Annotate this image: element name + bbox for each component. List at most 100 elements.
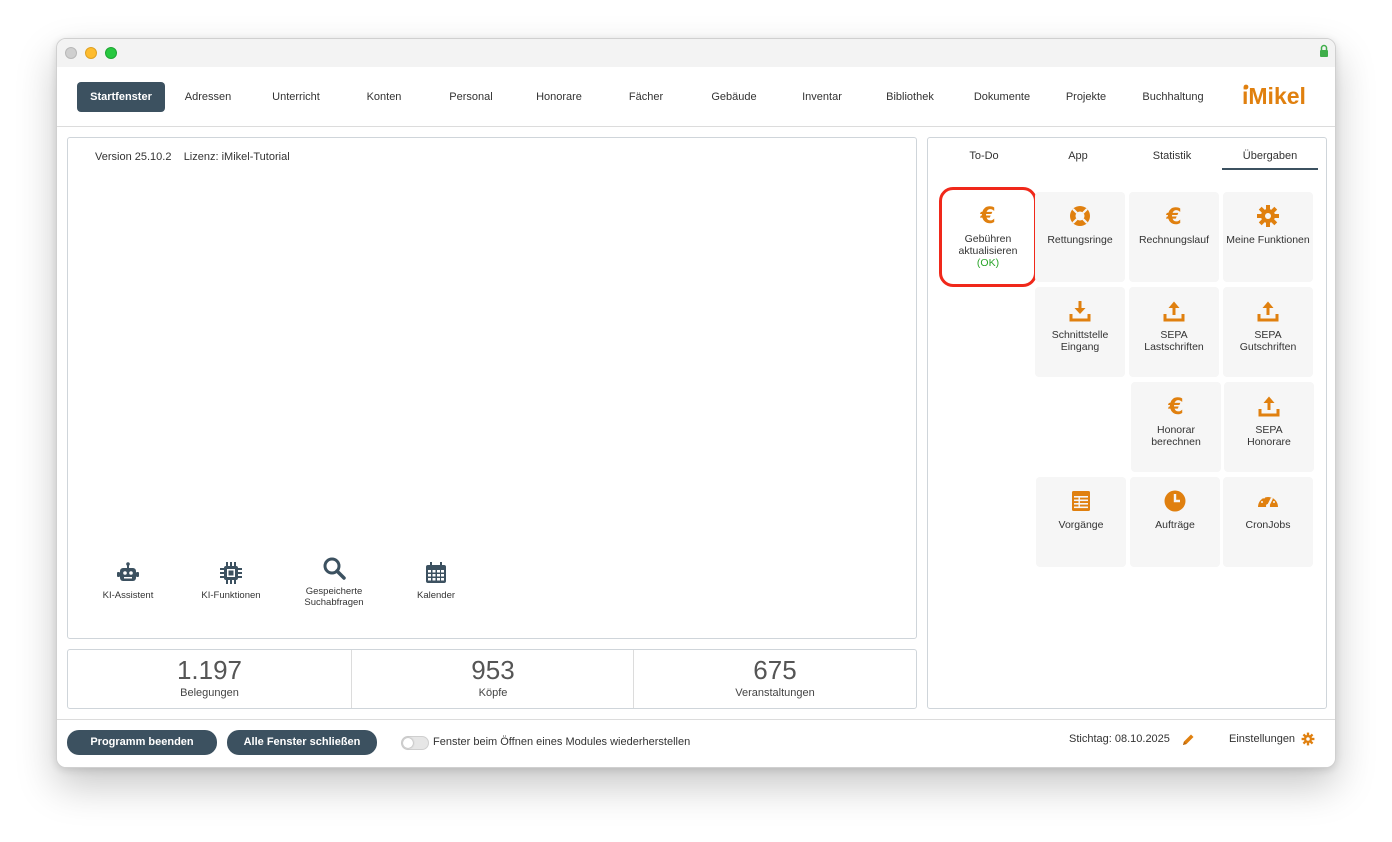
- stat-belegungen: 1.197 Belegungen: [68, 650, 351, 708]
- rettungsringe-tile[interactable]: Rettungsringe: [1035, 192, 1125, 282]
- vorgaenge-tile[interactable]: Vorgänge: [1036, 477, 1126, 567]
- tab-todo[interactable]: To-Do: [938, 142, 1030, 170]
- stat-label: Belegungen: [180, 687, 239, 699]
- table-icon: [1072, 491, 1090, 511]
- close-window-button[interactable]: [65, 47, 77, 59]
- nav-unterricht[interactable]: Unterricht: [261, 82, 331, 112]
- tile-label-line1: Schnittstelle: [1051, 329, 1109, 341]
- tile-label-line1: Gebühren: [964, 233, 1012, 245]
- nav-inventar[interactable]: Inventar: [787, 82, 857, 112]
- nav-buchhaltung[interactable]: Buchhaltung: [1135, 82, 1211, 112]
- tile-label: Vorgänge: [1058, 519, 1104, 531]
- tile-label-line2: Gutschriften: [1239, 341, 1297, 353]
- robot-icon: [117, 562, 139, 581]
- nav-dokumente[interactable]: Dokumente: [962, 82, 1042, 112]
- nav-startfenster[interactable]: Startfenster: [77, 82, 165, 112]
- footer-bar: Programm beenden Alle Fenster schließen …: [57, 719, 1335, 767]
- tile-label-line2: Eingang: [1060, 341, 1100, 353]
- toggle-knob: [403, 738, 413, 748]
- title-bar: [57, 39, 1335, 67]
- schnittstelle-eingang-tile[interactable]: Schnittstelle Eingang: [1035, 287, 1125, 377]
- tile-label-line1: SEPA: [1254, 329, 1282, 341]
- meine-funktionen-tile[interactable]: Meine Funktionen: [1223, 192, 1313, 282]
- tile-label-line2: aktualisieren: [958, 245, 1018, 257]
- svg-text:€: €: [1167, 395, 1183, 418]
- kalender-button[interactable]: Kalender: [408, 560, 464, 601]
- gauge-icon: [1258, 494, 1278, 508]
- stat-label: Veranstaltungen: [735, 687, 815, 699]
- svg-text:€: €: [979, 204, 995, 227]
- gebuehren-aktualisieren-tile[interactable]: € Gebühren aktualisieren (OK): [939, 187, 1037, 287]
- app-window: Startfenster Adressen Unterricht Konten …: [56, 38, 1336, 768]
- tile-label-line2: Lastschriften: [1144, 341, 1204, 353]
- gear-icon[interactable]: [1301, 732, 1315, 746]
- nav-konten[interactable]: Konten: [349, 82, 419, 112]
- lock-icon: [1320, 44, 1328, 57]
- einstellungen-link[interactable]: Einstellungen: [1229, 733, 1295, 745]
- gear-icon: [1257, 205, 1279, 227]
- maximize-window-button[interactable]: [105, 47, 117, 59]
- download-icon: [1069, 301, 1091, 322]
- nav-projekte[interactable]: Projekte: [1051, 82, 1121, 112]
- nav-honorare[interactable]: Honorare: [524, 82, 594, 112]
- tile-label: Rettungsringe: [1047, 234, 1113, 246]
- euro-icon: €: [979, 204, 995, 227]
- minimize-window-button[interactable]: [85, 47, 97, 59]
- sepa-honorare-tile[interactable]: SEPA Honorare: [1224, 382, 1314, 472]
- programm-beenden-button[interactable]: Programm beenden: [67, 730, 217, 755]
- pencil-icon[interactable]: [1181, 733, 1195, 747]
- tile-label-line1: SEPA: [1255, 424, 1283, 436]
- ki-assistent-label: KI-Assistent: [102, 590, 154, 601]
- gespeicherte-suchabfragen-button[interactable]: Gespeicherte Suchabfragen: [294, 556, 374, 608]
- restore-windows-toggle[interactable]: [401, 736, 429, 750]
- tile-label-line1: SEPA: [1160, 329, 1188, 341]
- euro-icon: €: [1167, 395, 1183, 418]
- sepa-gutschriften-tile[interactable]: SEPA Gutschriften: [1223, 287, 1313, 377]
- tile-label: Rechnungslauf: [1138, 234, 1210, 246]
- tile-label: Meine Funktionen: [1226, 234, 1310, 246]
- calendar-icon: [426, 562, 446, 583]
- sepa-lastschriften-tile[interactable]: SEPA Lastschriften: [1129, 287, 1219, 377]
- tile-label: CronJobs: [1245, 519, 1291, 531]
- alle-fenster-schliessen-button[interactable]: Alle Fenster schließen: [227, 730, 377, 755]
- tab-statistik[interactable]: Statistik: [1126, 142, 1218, 170]
- svg-text:iMikel: iMikel: [1242, 83, 1306, 109]
- start-panel: Version 25.10.2 Lizenz: iMikel-Tutorial …: [67, 137, 917, 639]
- tile-label-line2: Honorare: [1247, 436, 1291, 448]
- nav-adressen[interactable]: Adressen: [175, 82, 241, 112]
- tile-label-line1: Honorar: [1157, 424, 1195, 436]
- tile-label-line2: berechnen: [1151, 436, 1201, 448]
- stat-value: 1.197: [176, 655, 243, 685]
- auftraege-tile[interactable]: Aufträge: [1130, 477, 1220, 567]
- imikel-logo: iMikel: [1242, 83, 1306, 109]
- honorar-berechnen-tile[interactable]: € Honorar berechnen: [1131, 382, 1221, 472]
- stat-koepfe: 953 Köpfe: [352, 650, 634, 708]
- version-text: Version 25.10.2: [95, 151, 172, 163]
- nav-gebaeude[interactable]: Gebäude: [699, 82, 769, 112]
- status-ok: (OK): [976, 257, 1000, 269]
- license-text: Lizenz: iMikel-Tutorial: [183, 151, 290, 163]
- rechnungslauf-tile[interactable]: € Rechnungslauf: [1129, 192, 1219, 282]
- kalender-label: Kalender: [416, 590, 456, 601]
- upload-icon: [1163, 301, 1185, 322]
- svg-text:€: €: [1165, 205, 1181, 228]
- cronjobs-tile[interactable]: CronJobs: [1223, 477, 1313, 567]
- stat-veranstaltungen: 675 Veranstaltungen: [634, 650, 916, 708]
- tab-uebergaben[interactable]: Übergaben: [1222, 142, 1318, 170]
- stat-value: 675: [753, 655, 797, 685]
- upload-icon: [1257, 301, 1279, 322]
- nav-bibliothek[interactable]: Bibliothek: [874, 82, 946, 112]
- nav-faecher[interactable]: Fächer: [613, 82, 679, 112]
- stat-value: 953: [471, 655, 515, 685]
- lifebuoy-icon: [1070, 206, 1090, 226]
- euro-icon: €: [1165, 205, 1181, 228]
- ki-funktionen-label: KI-Funktionen: [201, 590, 261, 601]
- stats-bar: 1.197 Belegungen 953 Köpfe 675 Veranstal…: [67, 649, 917, 709]
- ki-assistent-button[interactable]: KI-Assistent: [98, 560, 158, 601]
- tile-label: Aufträge: [1155, 519, 1195, 531]
- nav-personal[interactable]: Personal: [435, 82, 507, 112]
- suchabfragen-label-line2: Suchabfragen: [304, 597, 364, 608]
- ki-funktionen-button[interactable]: KI-Funktionen: [194, 560, 268, 601]
- tab-app[interactable]: App: [1032, 142, 1124, 170]
- suchabfragen-label-line1: Gespeicherte: [305, 586, 363, 597]
